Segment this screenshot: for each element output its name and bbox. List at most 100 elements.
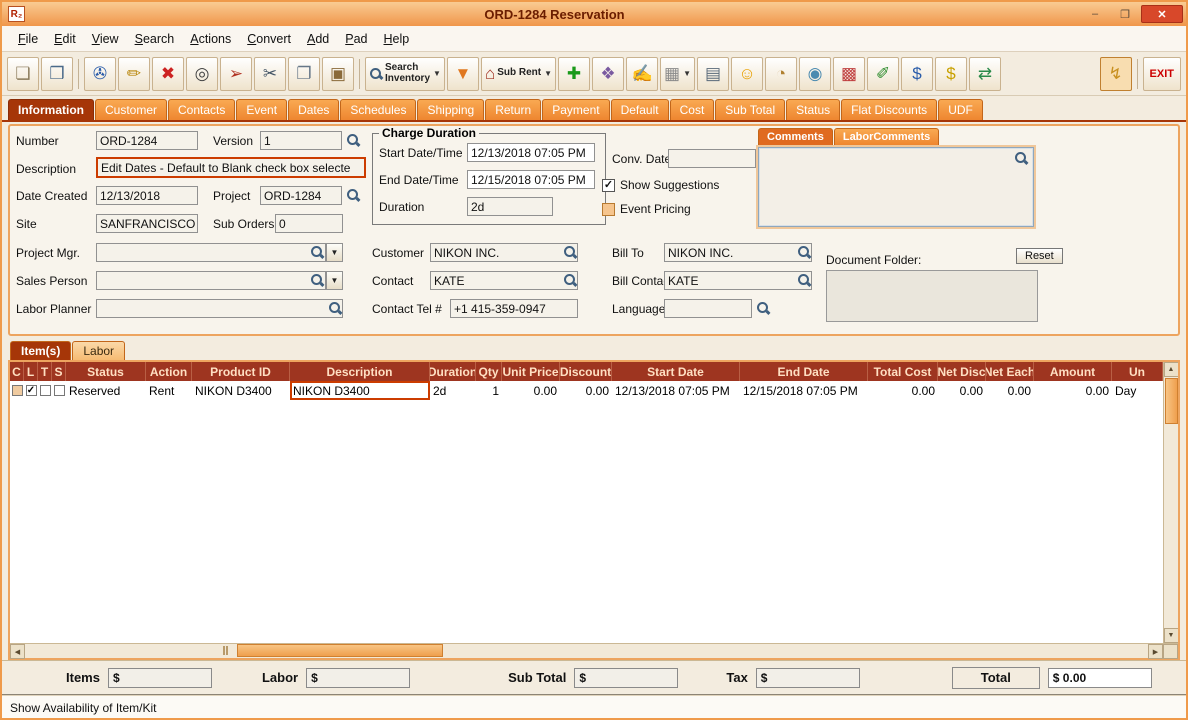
contact-search-icon[interactable] bbox=[563, 273, 577, 287]
tab-cost[interactable]: Cost bbox=[669, 99, 715, 120]
l-checkbox[interactable]: ✓ bbox=[25, 385, 37, 396]
fill-button[interactable]: ▼ bbox=[446, 56, 479, 91]
copy-button[interactable]: ❐ bbox=[288, 56, 320, 91]
tab-return[interactable]: Return bbox=[485, 99, 542, 120]
paste-button[interactable]: ▣ bbox=[322, 56, 354, 91]
horizontal-scroll-thumb[interactable] bbox=[237, 644, 443, 657]
comments-tab-laborcomments[interactable]: LaborComments bbox=[833, 128, 940, 145]
customer-search-icon[interactable] bbox=[563, 245, 577, 259]
bill-contact-search-icon[interactable] bbox=[797, 273, 811, 287]
reset-button[interactable]: Reset bbox=[1016, 248, 1063, 264]
cell-s[interactable] bbox=[52, 381, 66, 400]
column-header-amount[interactable]: Amount bbox=[1034, 362, 1112, 381]
cell-t[interactable] bbox=[38, 381, 52, 400]
comments-search-icon[interactable] bbox=[1014, 151, 1028, 165]
sales-person-search-icon[interactable] bbox=[310, 273, 324, 287]
document-folder-box[interactable] bbox=[826, 270, 1038, 322]
subtotal-field[interactable]: $ bbox=[574, 667, 679, 688]
s-checkbox[interactable] bbox=[53, 385, 65, 396]
language-field[interactable] bbox=[664, 299, 752, 318]
scroll-left-icon[interactable]: ◀ bbox=[10, 644, 25, 659]
customer-field[interactable]: NIKON INC. bbox=[430, 243, 578, 262]
tab-event[interactable]: Event bbox=[236, 99, 288, 120]
column-header-discount[interactable]: Discount bbox=[560, 362, 612, 381]
edit-notes-button[interactable]: ✐ bbox=[867, 56, 900, 91]
cell-action[interactable]: Rent bbox=[146, 381, 192, 400]
fax-print-button[interactable]: ▤ bbox=[697, 56, 730, 91]
scroll-up-icon[interactable]: ▲ bbox=[1163, 362, 1178, 377]
disc-button[interactable]: ◉ bbox=[799, 56, 832, 91]
version-field[interactable]: 1 bbox=[260, 131, 342, 150]
cut-button[interactable]: ✂ bbox=[254, 56, 286, 91]
project-search-icon[interactable] bbox=[346, 188, 360, 202]
bill-to-field[interactable]: NIKON INC. bbox=[664, 243, 812, 262]
sub-rent-dropdown-icon[interactable]: ▼ bbox=[544, 69, 552, 78]
language-search-icon[interactable] bbox=[756, 301, 770, 315]
notes-button[interactable]: ✍ bbox=[626, 56, 659, 91]
money-stack-button[interactable]: $ bbox=[935, 56, 968, 91]
event-pricing-checkbox[interactable] bbox=[602, 202, 615, 216]
items-total-field[interactable]: $ bbox=[107, 667, 212, 688]
project-mgr-dropdown-button[interactable]: ▼ bbox=[326, 243, 343, 262]
cell-net_disc[interactable]: 0.00 bbox=[938, 381, 986, 400]
tab-status[interactable]: Status bbox=[786, 99, 841, 120]
column-header-net_each[interactable]: Net Each bbox=[986, 362, 1034, 381]
comments-box[interactable] bbox=[756, 145, 1036, 229]
column-header-status[interactable]: Status bbox=[66, 362, 146, 381]
project-mgr-field[interactable] bbox=[96, 243, 326, 262]
column-header-unit_price[interactable]: Unit Price bbox=[502, 362, 560, 381]
vertical-scroll-thumb[interactable] bbox=[1164, 378, 1178, 424]
tab-customer[interactable]: Customer bbox=[95, 99, 168, 120]
cell-net_each[interactable]: 0.00 bbox=[986, 381, 1034, 400]
tab-flat-discounts[interactable]: Flat Discounts bbox=[841, 99, 938, 120]
cell-l[interactable]: ✓ bbox=[24, 381, 38, 400]
convert-document-button[interactable]: ➢ bbox=[220, 56, 252, 91]
cell-unit_price[interactable]: 0.00 bbox=[502, 381, 560, 400]
end-datetime-field[interactable]: 12/15/2018 07:05 PM bbox=[467, 170, 595, 189]
groups-button[interactable]: ❖ bbox=[592, 56, 625, 91]
show-suggestions-checkbox[interactable]: ✓ bbox=[602, 178, 615, 192]
menu-search[interactable]: Search bbox=[127, 29, 183, 49]
column-header-unit[interactable]: Un bbox=[1112, 362, 1163, 381]
project-field[interactable]: ORD-1284 bbox=[260, 186, 342, 205]
total-value-field[interactable]: $ 0.00 bbox=[1047, 667, 1152, 688]
cell-start_date[interactable]: 12/13/2018 07:05 PM bbox=[612, 381, 740, 400]
cell-total_cost[interactable]: 0.00 bbox=[868, 381, 938, 400]
cell-amount[interactable]: 0.00 bbox=[1034, 381, 1112, 400]
menu-view[interactable]: View bbox=[84, 29, 127, 49]
sales-person-field[interactable] bbox=[96, 271, 326, 290]
tab-payment[interactable]: Payment bbox=[542, 99, 610, 120]
new-document-button[interactable]: ❏ bbox=[7, 56, 39, 91]
menu-file[interactable]: File bbox=[10, 29, 46, 49]
smiley-button[interactable]: ☺ bbox=[731, 56, 764, 91]
edit-button[interactable]: ✏ bbox=[118, 56, 150, 91]
schedule-button[interactable]: ▦ ▼ bbox=[660, 56, 696, 91]
save-button[interactable]: ✇ bbox=[84, 56, 116, 91]
column-header-duration[interactable]: Duration bbox=[430, 362, 476, 381]
search-inventory-dropdown-icon[interactable]: ▼ bbox=[433, 69, 441, 78]
c-checkbox[interactable] bbox=[11, 385, 23, 396]
schedule-dropdown-icon[interactable]: ▼ bbox=[683, 69, 691, 78]
number-field[interactable]: ORD-1284 bbox=[96, 131, 198, 150]
tab-default[interactable]: Default bbox=[610, 99, 669, 120]
sub-orders-field[interactable]: 0 bbox=[275, 214, 343, 233]
column-header-product_id[interactable]: Product ID bbox=[192, 362, 290, 381]
minimize-button[interactable]: – bbox=[1081, 5, 1109, 23]
menu-actions[interactable]: Actions bbox=[182, 29, 239, 49]
column-header-t[interactable]: T bbox=[38, 362, 52, 381]
column-header-description[interactable]: Description bbox=[290, 362, 430, 381]
t-checkbox[interactable] bbox=[39, 385, 51, 396]
tab-shipping[interactable]: Shipping bbox=[417, 99, 485, 120]
horizontal-scroll-track[interactable] bbox=[25, 644, 1148, 658]
items-tab-labor[interactable]: Labor bbox=[72, 341, 126, 360]
tab-information[interactable]: Information bbox=[8, 99, 94, 120]
cell-end_date[interactable]: 12/15/2018 07:05 PM bbox=[740, 381, 868, 400]
contact-tel-field[interactable]: +1 415-359-0947 bbox=[450, 299, 578, 318]
currency-send-button[interactable]: $ bbox=[901, 56, 934, 91]
cell-status[interactable]: Reserved bbox=[66, 381, 146, 400]
menu-pad[interactable]: Pad bbox=[337, 29, 375, 49]
sales-person-dropdown-button[interactable]: ▼ bbox=[326, 271, 343, 290]
date-created-field[interactable]: 12/13/2018 bbox=[96, 186, 198, 205]
items-tab-item-s[interactable]: Item(s) bbox=[10, 341, 72, 360]
flashlight-button[interactable]: ↯ bbox=[1099, 56, 1132, 91]
